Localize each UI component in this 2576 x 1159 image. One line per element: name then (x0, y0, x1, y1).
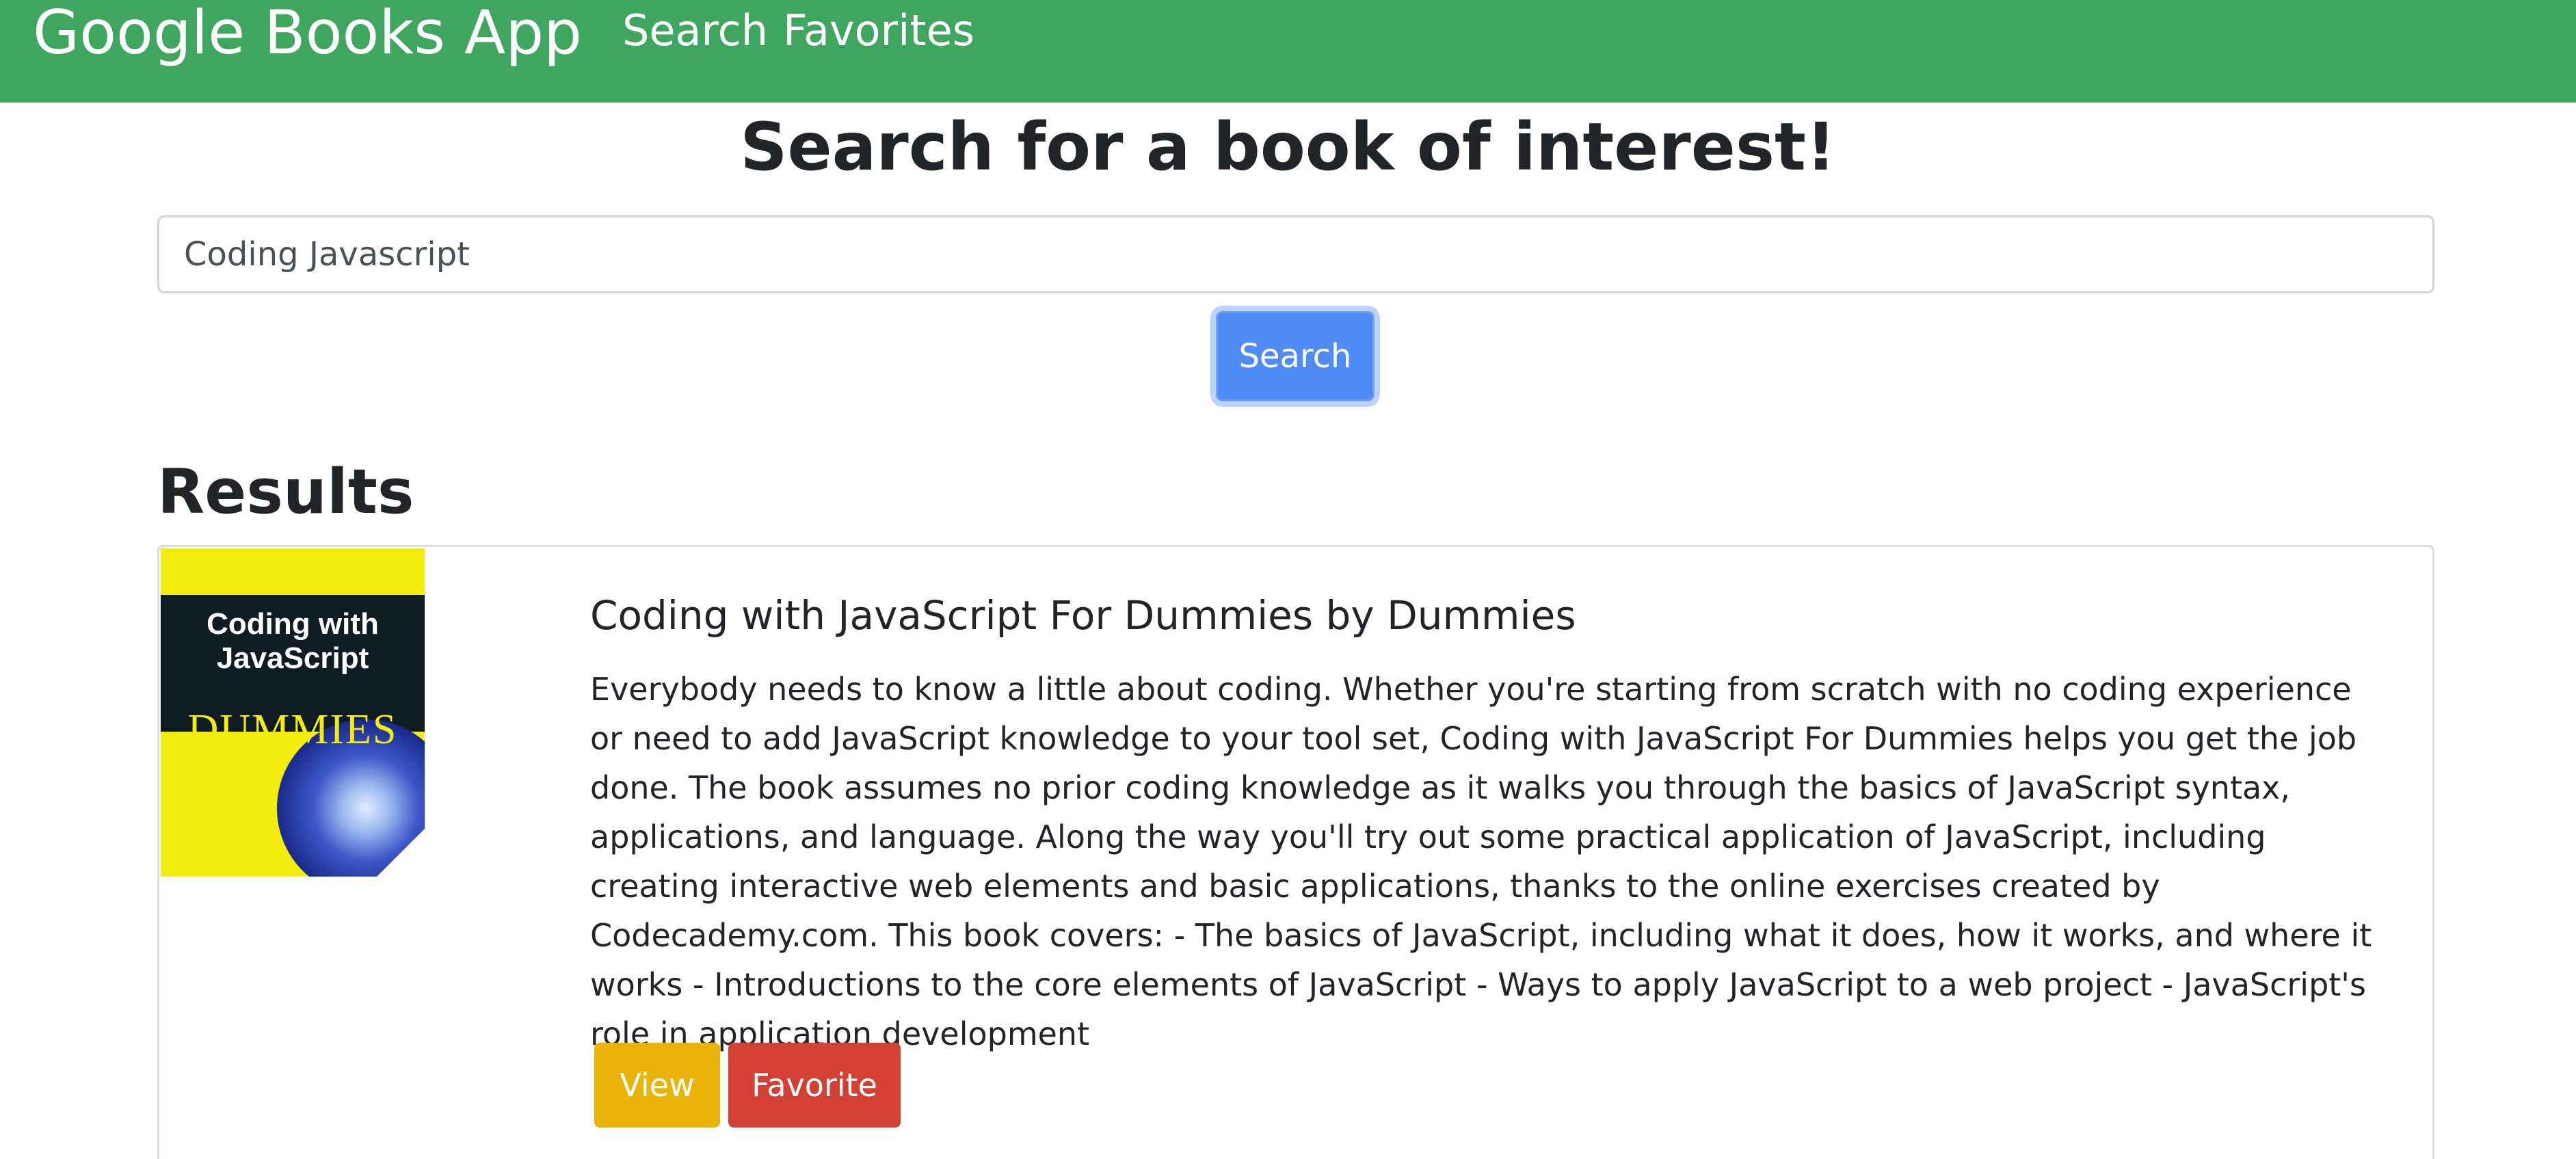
view-button[interactable]: View (594, 1043, 720, 1128)
cover-top-band (161, 548, 425, 595)
cover-title: Coding with JavaScript (207, 607, 379, 675)
book-cover-image[interactable]: Coding with JavaScript DUMMIES (161, 548, 425, 877)
search-input[interactable] (157, 215, 2434, 293)
cover-brand: DUMMIES (187, 706, 398, 753)
nav-link-favorites[interactable]: Favorites (783, 0, 974, 62)
favorite-button[interactable]: Favorite (728, 1043, 901, 1128)
search-button[interactable]: Search (1216, 311, 1375, 401)
results-heading: Results (157, 456, 414, 528)
cover-page-curl (377, 829, 425, 877)
navbar: Google Books App Search Favorites (0, 0, 2576, 103)
brand-title[interactable]: Google Books App (33, 0, 582, 66)
book-description: Everybody needs to know a little about c… (590, 671, 2372, 1052)
result-card: Coding with JavaScript DUMMIES Coding wi… (157, 545, 2434, 1159)
nav-link-search[interactable]: Search (622, 0, 768, 62)
book-title: Coding with JavaScript For Dummies by Du… (590, 592, 1576, 639)
page-title: Search for a book of interest! (740, 109, 1836, 185)
